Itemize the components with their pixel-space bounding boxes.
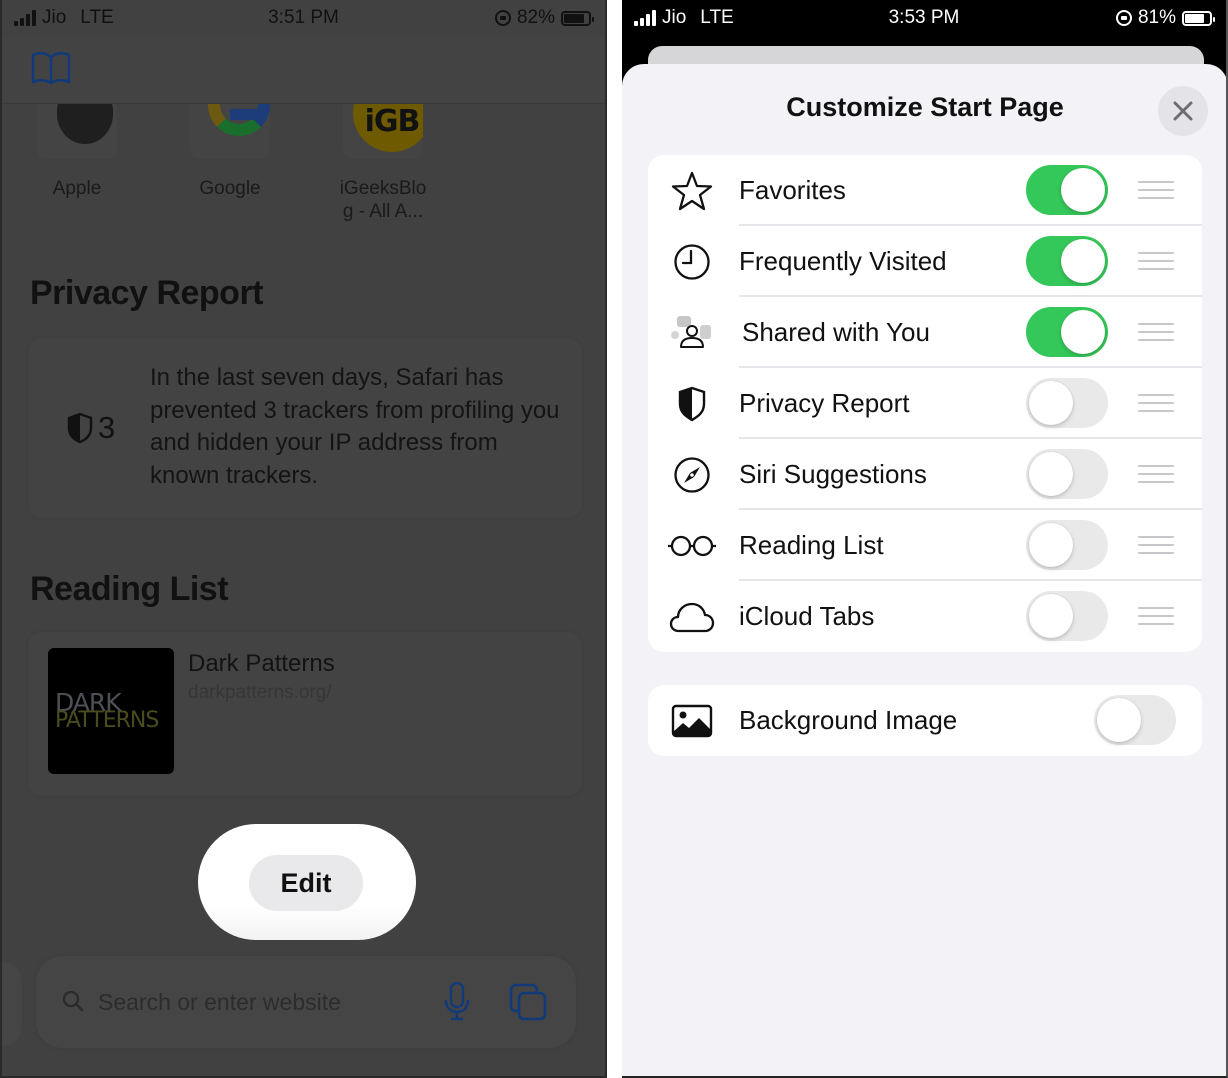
battery-icon <box>1182 10 1215 26</box>
top-toolbar <box>2 36 605 104</box>
section-row-siri-suggestions: Siri Suggestions <box>648 439 1202 510</box>
close-icon <box>1173 101 1193 121</box>
customize-sheet: Customize Start Page Favorites Frequentl… <box>622 64 1226 1076</box>
battery-percent: 82% <box>516 7 555 28</box>
favorite-apple[interactable]: Apple <box>22 104 132 200</box>
microphone-icon[interactable] <box>442 980 472 1022</box>
favorite-label: Google <box>199 178 261 199</box>
battery-percent: 81% <box>1137 7 1176 28</box>
rotation-lock-icon <box>1115 10 1132 26</box>
safari-start-page-screen: Jio LTE 3:51 PM 82% Apple Google iGB iGe… <box>0 0 607 1078</box>
section-label: iCloud Tabs <box>739 601 875 631</box>
background-image-row: Background Image <box>648 685 1202 756</box>
shared-with-you-icon <box>666 307 718 359</box>
section-row-reading-list: Reading List <box>648 510 1202 581</box>
favorites-row: Apple Google iGB iGeeksBlo g - All A... <box>2 104 605 234</box>
drag-handle[interactable] <box>1138 536 1174 554</box>
edit-button[interactable]: Edit <box>249 855 363 911</box>
shared-with-you-toggle[interactable] <box>1026 307 1108 357</box>
bookmarks-icon[interactable] <box>30 50 72 86</box>
search-icon <box>62 990 84 1012</box>
address-bar[interactable] <box>36 956 576 1048</box>
favorite-igeeksblog[interactable]: iGB iGeeksBlo g - All A... <box>328 104 438 223</box>
edit-highlight: Edit <box>198 824 416 940</box>
section-row-icloud-tabs: iCloud Tabs <box>648 581 1202 652</box>
status-bar: Jio LTE 3:53 PM 81% <box>622 0 1226 36</box>
thumbnail-text: PATTERNS <box>55 708 159 733</box>
favorites-toggle[interactable] <box>1026 165 1108 215</box>
close-button[interactable] <box>1158 86 1208 136</box>
customize-start-page-screen: Jio LTE 3:53 PM 81% Customize Start Page… <box>622 0 1228 1078</box>
section-row-privacy-report: Privacy Report <box>648 368 1202 439</box>
status-bar: Jio LTE 3:51 PM 82% <box>2 0 605 36</box>
tracker-count: 3 <box>98 410 116 445</box>
igb-logo-icon: iGB <box>353 104 423 152</box>
section-label: Privacy Report <box>739 388 910 418</box>
drag-handle[interactable] <box>1138 465 1174 483</box>
siri-suggestions-toggle[interactable] <box>1026 449 1108 499</box>
previous-tab-edge[interactable] <box>2 962 22 1046</box>
tabs-icon[interactable] <box>508 982 548 1022</box>
section-row-shared-with-you: Shared with You <box>648 297 1202 368</box>
compass-icon <box>666 449 718 501</box>
reading-list-heading: Reading List <box>30 570 229 608</box>
shield-icon <box>67 412 93 444</box>
privacy-report-text: In the last seven days, Safari has preve… <box>150 364 560 489</box>
background-image-group: Background Image <box>648 685 1202 756</box>
frequently-visited-toggle[interactable] <box>1026 236 1108 286</box>
privacy-report-card[interactable]: 3 In the last seven days, Safari has pre… <box>28 338 582 518</box>
sections-list: Favorites Frequently Visited Shared with… <box>648 155 1202 652</box>
section-label: Favorites <box>739 175 846 205</box>
reading-list-toggle[interactable] <box>1026 520 1108 570</box>
drag-handle[interactable] <box>1138 607 1174 625</box>
rotation-lock-icon <box>494 10 511 26</box>
drag-handle[interactable] <box>1138 252 1174 270</box>
drag-handle[interactable] <box>1138 323 1174 341</box>
section-label: Siri Suggestions <box>739 459 927 489</box>
favorite-label: Apple <box>52 178 102 199</box>
section-row-favorites: Favorites <box>648 155 1202 226</box>
favorite-label: iGeeksBlo g - All A... <box>339 178 427 222</box>
privacy-report-heading: Privacy Report <box>30 274 264 312</box>
background-image-toggle[interactable] <box>1094 695 1176 745</box>
section-label: Frequently Visited <box>739 246 947 276</box>
battery-icon <box>561 10 594 26</box>
shield-icon <box>666 378 718 430</box>
star-icon <box>666 165 718 217</box>
favorite-google[interactable]: Google <box>175 104 285 200</box>
drag-handle[interactable] <box>1138 394 1174 412</box>
clock-icon <box>666 236 718 288</box>
section-row-frequently-visited: Frequently Visited <box>648 226 1202 297</box>
section-label: Reading List <box>739 530 884 560</box>
icloud-tabs-toggle[interactable] <box>1026 591 1108 641</box>
reading-list-item-title: Dark Patterns <box>188 650 335 677</box>
search-input[interactable] <box>98 984 418 1020</box>
photo-icon <box>666 695 718 747</box>
reading-list-thumbnail: DARK PATTERNS <box>48 648 174 774</box>
privacy-report-toggle[interactable] <box>1026 378 1108 428</box>
reading-list-item-url: darkpatterns.org/ <box>188 682 332 703</box>
apple-logo-icon <box>57 104 113 144</box>
sheet-title: Customize Start Page <box>786 92 1064 122</box>
cloud-icon <box>666 591 718 643</box>
background-image-label: Background Image <box>739 705 958 735</box>
section-label: Shared with You <box>742 317 930 347</box>
glasses-icon <box>666 520 718 572</box>
reading-list-item[interactable]: DARK PATTERNS Dark Patterns darkpatterns… <box>28 632 582 796</box>
drag-handle[interactable] <box>1138 181 1174 199</box>
